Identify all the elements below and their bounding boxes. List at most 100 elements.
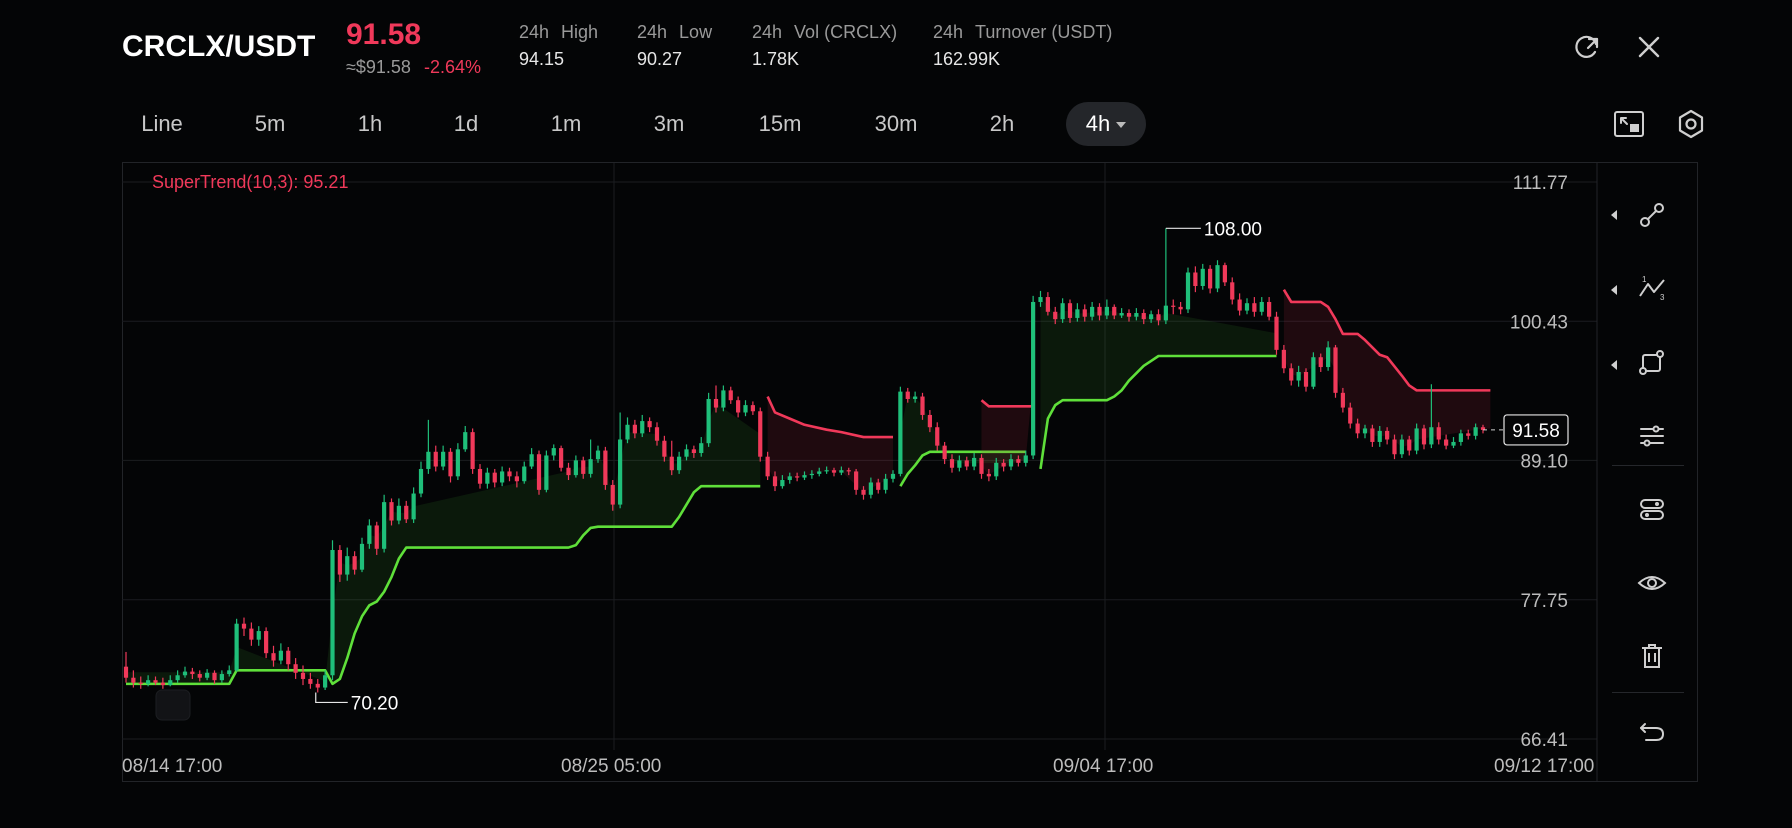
candle-body (1090, 306, 1095, 317)
candle-body (890, 473, 896, 479)
candle-body (1414, 428, 1419, 451)
candle-body (411, 493, 416, 520)
candle-body (772, 476, 778, 487)
candle-body (581, 460, 586, 474)
trendline-tool-icon[interactable] (1632, 195, 1672, 235)
candle-body (1458, 433, 1463, 442)
candle-body (507, 471, 512, 477)
candle-body (595, 450, 601, 460)
candle-body (1466, 433, 1471, 436)
candle-body (1075, 309, 1080, 318)
candle-body (123, 666, 129, 678)
supertrend-label: SuperTrend(10,3): 95.21 (152, 172, 349, 192)
candle-body (1067, 303, 1073, 318)
candle-body (758, 411, 763, 457)
candle-body (920, 396, 925, 415)
candle-body (647, 421, 652, 428)
candle-body (359, 543, 365, 570)
max-price-label: 108.00 (1204, 219, 1262, 240)
candle-body (1141, 313, 1146, 320)
candle-body (1171, 305, 1176, 307)
visibility-icon[interactable] (1632, 563, 1672, 603)
candle-body (241, 623, 247, 629)
candle-body (1163, 305, 1168, 321)
candle-body (1023, 455, 1028, 463)
candle-body (573, 460, 578, 476)
y-tick-label: 111.77 (1513, 173, 1568, 194)
candle-body (160, 682, 165, 686)
indicator-settings-icon[interactable] (1632, 416, 1672, 456)
candle-body (153, 680, 158, 683)
delete-icon[interactable] (1632, 636, 1672, 676)
toolbar-divider (1612, 692, 1684, 693)
candle-body (529, 454, 534, 467)
caret-left-icon (1610, 282, 1618, 295)
candle-body (374, 525, 379, 549)
candle-body (1008, 459, 1014, 467)
candle-body (677, 456, 682, 471)
candle-body (566, 467, 571, 476)
candle-body (249, 628, 254, 640)
candle-body (1104, 306, 1109, 316)
candle-body (382, 502, 387, 549)
candle-body (1082, 309, 1087, 317)
candle-body (455, 449, 460, 477)
candle-body (691, 449, 696, 454)
last-price-tag: 91.58 (1512, 421, 1560, 442)
candle-body (389, 502, 394, 521)
candle-body (470, 432, 475, 469)
candle-body (780, 480, 785, 487)
candle-body (404, 505, 409, 520)
candle-body (1311, 357, 1316, 387)
candle-body (1362, 428, 1368, 434)
y-tick-label: 66.41 (1520, 730, 1568, 751)
candle-body (182, 671, 188, 676)
candle-body (1178, 306, 1183, 310)
candle-body (713, 398, 719, 408)
candle-body (1407, 439, 1412, 451)
candle-body (212, 672, 217, 681)
candle-body (736, 400, 741, 413)
candle-body (972, 457, 977, 467)
candle-body (1215, 265, 1220, 289)
candle-body (1134, 313, 1139, 317)
candle-body (514, 476, 519, 482)
candle-body (485, 472, 490, 484)
candle-body (1296, 371, 1301, 381)
undo-icon[interactable] (1632, 710, 1672, 750)
candle-body (1097, 306, 1102, 316)
candle-body (1274, 316, 1279, 350)
svg-text:1: 1 (1642, 275, 1647, 284)
candle-body (1208, 268, 1213, 289)
candle-body (418, 468, 424, 494)
candle-body (175, 675, 180, 681)
shape-tool-icon[interactable] (1632, 342, 1672, 382)
candle-body (625, 424, 630, 440)
candle-body (728, 390, 733, 401)
candle-body (1421, 428, 1427, 445)
candle-body (699, 443, 704, 454)
candle-body (802, 475, 807, 478)
fib-tool-icon[interactable]: 13 (1632, 268, 1672, 308)
candle-body (1385, 430, 1390, 440)
candle-body (1031, 301, 1036, 456)
candle-body (905, 391, 910, 399)
candle-body (684, 449, 689, 457)
candle-body (1399, 439, 1404, 455)
candle-body (168, 680, 173, 686)
candle-body (463, 432, 468, 450)
candle-body (949, 459, 955, 468)
candle-body (846, 470, 851, 472)
supertrend-fill (767, 396, 893, 493)
candle-body (1259, 301, 1264, 312)
candle-body (131, 677, 136, 683)
candle-body (492, 472, 497, 483)
candlestick-chart[interactable]: 108.00 70.20 111.77 100.43 89.10 77.75 66.41 91… (0, 0, 1792, 828)
candle-body (809, 473, 814, 476)
x-tick-label: 09/04 17:00 (1053, 756, 1154, 777)
candle-body (588, 459, 593, 474)
candle-body (1429, 427, 1434, 445)
candle-body (824, 470, 829, 472)
layers-icon[interactable] (1632, 489, 1672, 529)
candle-body (662, 440, 667, 457)
